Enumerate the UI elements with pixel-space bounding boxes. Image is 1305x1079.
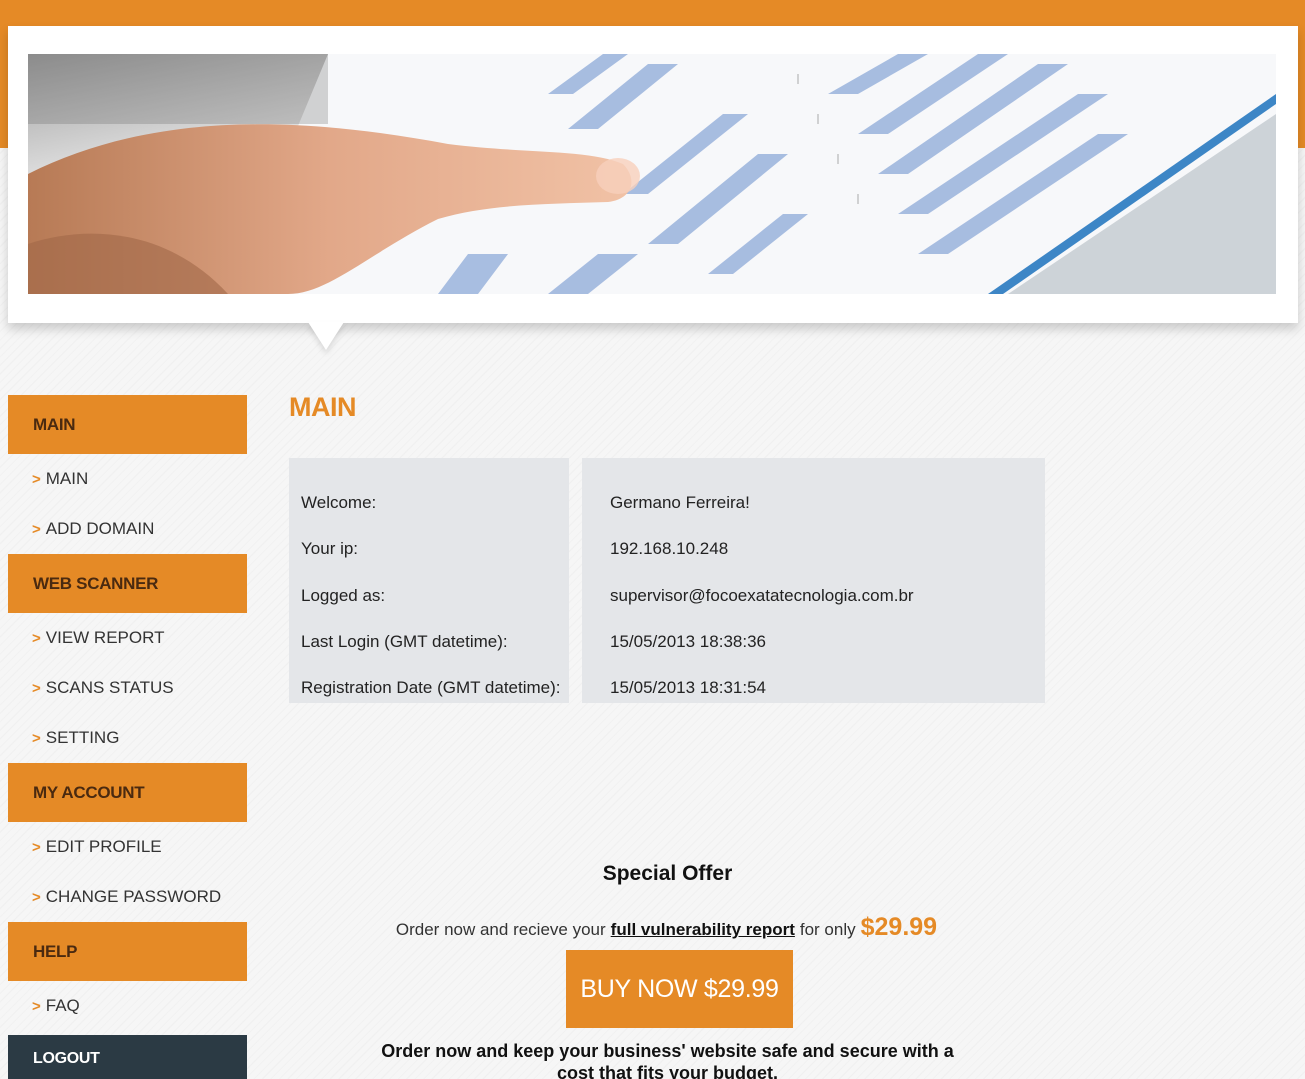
chevron-right-icon: > [32,629,41,647]
info-label-logged-as: Logged as: [301,585,386,605]
sidebar-item-main[interactable]: > MAIN [8,454,247,504]
banner-photo [28,54,1276,294]
info-value-logged-as: supervisor@focoexatatecnologia.com.br [610,585,914,605]
sidebar-item-add-domain[interactable]: > ADD DOMAIN [8,504,247,554]
info-value-last-login: 15/05/2013 18:38:36 [610,632,766,652]
info-label-last-login: Last Login (GMT datetime): [301,632,508,652]
sidebar-section-web-scanner[interactable]: WEB SCANNER [8,554,247,613]
info-value-registration-date: 15/05/2013 18:31:54 [610,678,766,698]
sidebar-item-change-password[interactable]: > CHANGE PASSWORD [8,872,247,922]
banner-image [28,54,1276,294]
page-title: MAIN [289,392,357,422]
offer-line-middle: for only [799,920,856,939]
offer-line-prefix: Order now and recieve your [395,920,606,939]
logout-button[interactable]: LOGOUT [8,1035,247,1079]
info-label-registration-date: Registration Date (GMT datetime): [301,678,561,698]
sidebar-nav: MAIN > MAIN > ADD DOMAIN WEB SCANNER > V… [8,395,247,1079]
sidebar-item-edit-profile[interactable]: > EDIT PROFILE [8,822,247,872]
sidebar-item-label: ADD DOMAIN [45,519,155,538]
offer-price: $29.99 [860,913,938,941]
info-label-ip: Your ip: [301,539,359,559]
sidebar-item-setting[interactable]: > SETTING [8,713,247,763]
sidebar-item-label: EDIT PROFILE [45,837,162,856]
buy-now-button[interactable]: BUY NOW $29.99 [566,950,793,1028]
sidebar-item-label: SCANS STATUS [45,678,174,697]
info-value-ip: 192.168.10.248 [610,539,729,559]
sidebar-item-faq[interactable]: > FAQ [8,981,247,1031]
info-value-welcome: Germano Ferreira! [610,493,750,513]
offer-bottom-text: Order now and keep your business' websit… [381,1041,954,1079]
banner-pointer [308,322,344,350]
full-report-link[interactable]: full vulnerability report [611,920,795,940]
sidebar-item-view-report[interactable]: > VIEW REPORT [8,613,247,663]
account-info-labels: Welcome: Your ip: Logged as: Last Login … [289,458,569,703]
chevron-right-icon: > [32,679,41,697]
chevron-right-icon: > [32,520,41,538]
chevron-right-icon: > [32,838,41,856]
chevron-right-icon: > [32,888,41,906]
sidebar-item-label: MAIN [45,469,89,488]
sidebar-item-label: VIEW REPORT [45,628,165,647]
chevron-right-icon: > [32,729,41,747]
sidebar-section-main[interactable]: MAIN [8,395,247,454]
info-label-welcome: Welcome: [301,493,377,513]
account-info-values: Germano Ferreira! 192.168.10.248 supervi… [582,458,1045,703]
chevron-right-icon: > [32,997,41,1015]
sidebar-item-label: CHANGE PASSWORD [45,887,222,906]
special-offer-line: Order now and recieve your full vulnerab… [300,913,1033,942]
sidebar-item-scans-status[interactable]: > SCANS STATUS [8,663,247,713]
sidebar-section-help[interactable]: HELP [8,922,247,981]
sidebar-section-my-account[interactable]: MY ACCOUNT [8,763,247,822]
sidebar-item-label: SETTING [45,728,120,747]
special-offer-title: Special Offer [602,862,733,885]
chevron-right-icon: > [32,470,41,488]
sidebar-item-label: FAQ [45,996,80,1015]
